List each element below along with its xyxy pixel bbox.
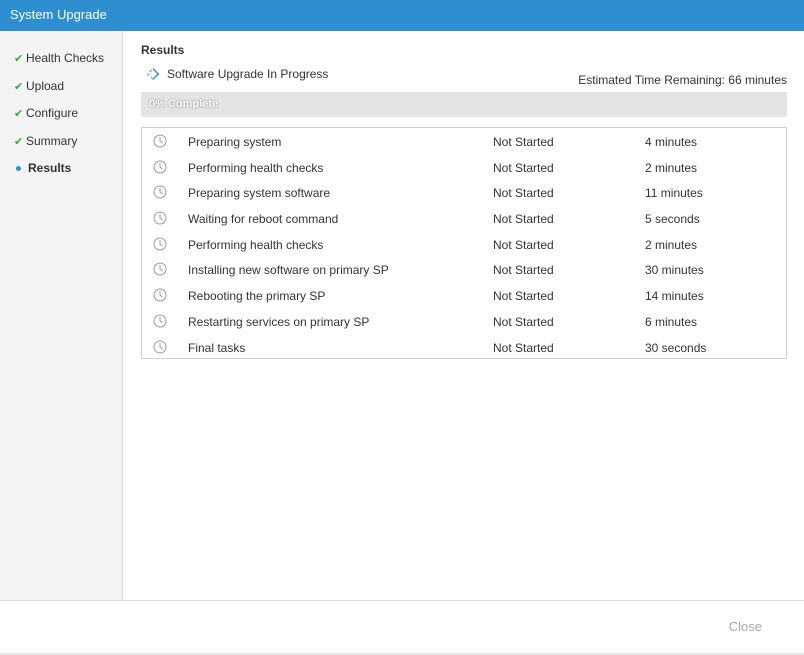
clock-icon <box>153 134 167 148</box>
task-row: Final tasks Not Started 30 seconds <box>142 335 786 361</box>
check-icon: ✔ <box>14 107 24 120</box>
task-duration: 11 minutes <box>645 186 703 201</box>
upgrade-status-text: Software Upgrade In Progress <box>167 67 329 81</box>
task-duration: 30 minutes <box>645 263 704 278</box>
task-name: Performing health checks <box>188 237 324 252</box>
results-panel: Results Software Upgrade In Progress Est… <box>124 31 804 600</box>
task-duration: 30 seconds <box>645 340 707 355</box>
clock-icon <box>153 237 167 251</box>
step-results[interactable]: Results <box>14 160 71 176</box>
task-row: Performing health checks Not Started 2 min… <box>142 232 786 258</box>
progress-label: 0% Complete <box>149 98 219 110</box>
clock-icon <box>153 262 167 276</box>
task-name: Installing new software on primary SP <box>188 263 389 278</box>
step-label: Upload <box>26 79 65 93</box>
dot-icon <box>16 165 21 171</box>
step-health-checks[interactable]: ✔ Health Checks <box>14 50 104 66</box>
clock-icon <box>153 314 167 328</box>
spinner-icon <box>147 68 159 80</box>
task-row: Preparing system software Not Started 11 m… <box>142 180 786 206</box>
check-icon: ✔ <box>14 80 24 93</box>
step-label: Results <box>28 161 72 175</box>
task-row: Restarting services on primary SP Not Sta… <box>142 309 786 335</box>
clock-icon <box>153 288 167 302</box>
check-icon: ✔ <box>14 52 24 65</box>
results-heading: Results <box>141 43 185 57</box>
task-status: Not Started <box>493 160 554 175</box>
task-row: Preparing system Not Started 4 minutes <box>142 129 786 155</box>
task-status: Not Started <box>493 186 554 201</box>
task-duration: 2 minutes <box>645 237 698 252</box>
task-name: Waiting for reboot command <box>188 212 339 227</box>
task-row: Performing health checks Not Started 2 min… <box>142 155 786 181</box>
task-row: Installing new software on primary SP Not… <box>142 257 786 283</box>
step-upload[interactable]: ✔ Upload <box>14 78 64 94</box>
task-status: Not Started <box>493 263 554 278</box>
task-duration: 5 seconds <box>645 212 700 227</box>
task-duration: 4 minutes <box>645 135 698 149</box>
task-duration: 2 minutes <box>645 160 698 175</box>
task-row: Waiting for reboot command Not Started 5 s… <box>142 206 786 232</box>
step-label: Health Checks <box>26 51 105 65</box>
clock-icon <box>153 340 167 353</box>
dialog-footer: Close <box>0 600 804 653</box>
task-status: Not Started <box>493 314 554 329</box>
task-row: Rebooting the primary SP Not Started 14 mi… <box>142 283 786 309</box>
task-list: Preparing system Not Started 4 minutes Perf… <box>141 127 787 359</box>
task-status: Not Started <box>493 237 554 252</box>
task-name: Preparing system <box>188 135 282 149</box>
task-name: Restarting services on primary SP <box>188 314 370 329</box>
progress-bar: 0% Complete <box>141 92 787 117</box>
task-status: Not Started <box>493 289 554 304</box>
step-summary[interactable]: ✔ Summary <box>14 133 77 149</box>
close-button[interactable]: Close <box>729 619 762 634</box>
wizard-steps-sidebar: ✔ Health Checks ✔ Upload ✔ Configure ✔ S… <box>0 31 123 600</box>
step-label: Summary <box>26 134 78 148</box>
task-status: Not Started <box>493 212 554 227</box>
task-duration: 14 minutes <box>645 289 704 304</box>
step-label: Configure <box>26 106 79 120</box>
check-icon: ✔ <box>14 135 24 148</box>
estimated-time-remaining: Estimated Time Remaining: 66 minutes <box>578 73 787 87</box>
task-name: Preparing system software <box>188 186 331 201</box>
upgrade-status: Software Upgrade In Progress <box>147 67 328 81</box>
clock-icon <box>153 160 167 174</box>
task-name: Final tasks <box>188 340 246 355</box>
task-status: Not Started <box>493 340 554 355</box>
title-bar: System Upgrade <box>0 0 804 31</box>
clock-icon <box>153 185 167 199</box>
task-status: Not Started <box>493 135 554 149</box>
window-title: System Upgrade <box>10 7 107 22</box>
clock-icon <box>153 211 167 225</box>
step-configure[interactable]: ✔ Configure <box>14 105 78 121</box>
task-name: Rebooting the primary SP <box>188 289 326 304</box>
task-duration: 6 minutes <box>645 314 698 329</box>
task-name: Performing health checks <box>188 160 324 175</box>
